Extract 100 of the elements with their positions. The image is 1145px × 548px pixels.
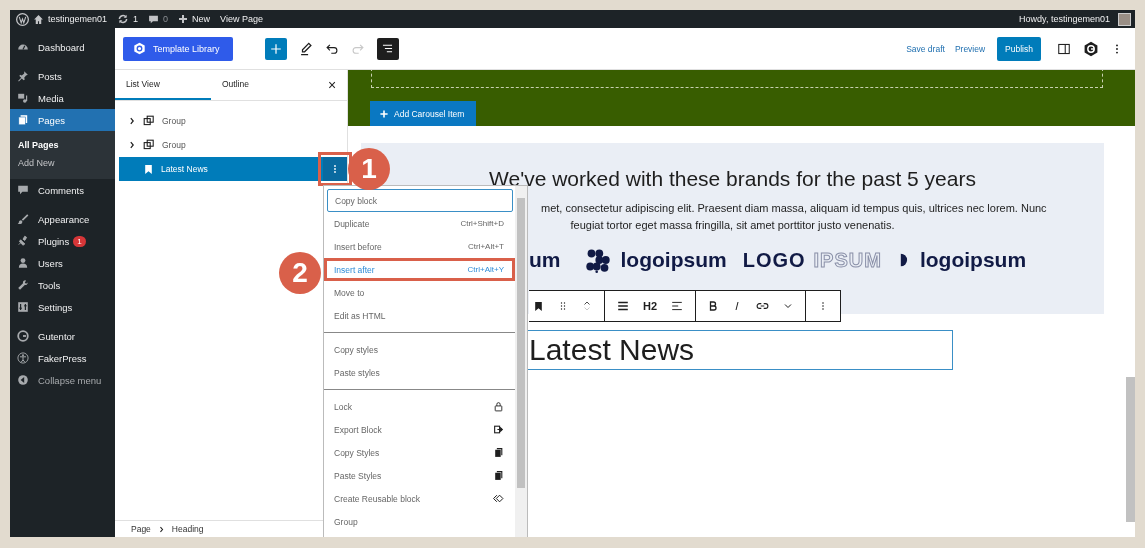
user-icon [17, 257, 29, 269]
plus-icon[interactable] [178, 14, 189, 24]
group-icon [143, 115, 155, 127]
close-button[interactable]: × [317, 70, 347, 100]
scrollbar[interactable] [1126, 377, 1135, 522]
list-view-item[interactable]: Group [119, 133, 347, 157]
menu-item[interactable]: Export Block [324, 418, 515, 441]
home-icon[interactable] [33, 13, 44, 25]
list-view-item[interactable]: Group [119, 109, 347, 133]
avatar[interactable] [1118, 12, 1131, 26]
heading-text: Latest News [529, 333, 695, 367]
plus-icon [269, 42, 282, 55]
undo-icon[interactable] [324, 41, 339, 56]
view-page-link[interactable]: View Page [220, 14, 263, 24]
menu-item[interactable]: Copy styles [324, 338, 515, 361]
submenu-item[interactable]: Add New [10, 154, 115, 172]
wordpress-logo-icon[interactable] [16, 12, 29, 26]
hexagon-logo-icon [133, 42, 146, 55]
text-align-icon[interactable] [671, 300, 684, 312]
ring-logo-icon [17, 330, 29, 342]
add-carousel-item-button[interactable]: Add Carousel Item [370, 101, 477, 126]
chevron-down-icon[interactable] [783, 301, 794, 311]
menu-item[interactable]: Insert after Ctrl+Alt+Y [324, 258, 515, 281]
menu-item[interactable]: Copy block [327, 189, 513, 212]
menu-item[interactable]: Move to [324, 281, 515, 304]
sidebar-item[interactable]: FakerPress [10, 347, 115, 369]
shortcut-text: Ctrl+Alt+Y [467, 265, 504, 274]
export-icon [493, 424, 504, 435]
media-icon [17, 92, 29, 104]
menu-item[interactable]: Duplicate Ctrl+Shift+D [324, 212, 515, 235]
copy-icon [493, 447, 504, 458]
chevron-right-icon [128, 141, 136, 149]
count-badge: 1 [73, 235, 86, 247]
paragraph-text: met, consectetur adipiscing elit. Praesent diam massa, aliquam id tempus quis, ultrices nec lorem. Nunc [541, 202, 1047, 214]
save-draft-button[interactable]: Save draft [906, 43, 945, 54]
drag-handle-icon[interactable] [558, 300, 568, 312]
sidebar-item[interactable]: Users [10, 252, 115, 274]
brush-icon [17, 213, 29, 225]
sidebar-item[interactable]: Media [10, 87, 115, 109]
sidebar-item[interactable]: Tools [10, 274, 115, 296]
menu-item[interactable]: Lock [324, 395, 515, 418]
list-icon [381, 42, 395, 55]
menu-item[interactable]: Paste Styles [324, 464, 515, 487]
menu-item[interactable]: Paste styles [324, 361, 515, 384]
group-icon [143, 139, 155, 151]
heading-level-button[interactable]: H2 [643, 300, 658, 312]
sidebar-item[interactable]: Dashboard [10, 36, 115, 58]
logo-text: logoipsum [919, 248, 1027, 272]
pencil-icon[interactable] [298, 41, 313, 56]
lock-icon [493, 401, 504, 412]
sidebar-item[interactable]: Settings [10, 296, 115, 318]
sidebar-item[interactable]: Collapse menu [10, 369, 115, 391]
sidebar-item[interactable]: Appearance [10, 208, 115, 230]
logo-text: um [529, 248, 561, 272]
preview-button[interactable]: Preview [954, 43, 986, 54]
sliders-icon [17, 301, 29, 313]
pin-icon [17, 70, 29, 82]
copy-icon [493, 470, 504, 481]
bookmark-icon [143, 163, 154, 175]
greeting-link[interactable]: Howdy, testingemen01 [1019, 14, 1110, 24]
new-link[interactable]: New [192, 14, 211, 24]
sidebar-item[interactable]: Posts [10, 65, 115, 87]
menu-item[interactable]: Insert before Ctrl+Alt+T [324, 235, 515, 258]
template-library-button[interactable]: Template Library [123, 36, 233, 61]
panel-tab[interactable]: List View [115, 70, 211, 100]
sidebar-item[interactable]: Plugins 1 [10, 230, 115, 252]
scrollbar[interactable] [515, 186, 527, 537]
menu-item[interactable]: Copy Styles [324, 441, 515, 464]
menu-item[interactable]: Edit as HTML [324, 304, 515, 327]
menu-item[interactable]: Group [324, 510, 515, 533]
sidebar-toggle-icon[interactable] [1057, 41, 1071, 56]
site-name-link[interactable]: testingemen01 [48, 14, 108, 24]
paragraph-text: feugiat tortor eget massa fringilla, sit amet porttitor justo venenatis. [570, 219, 895, 231]
sidebar-item[interactable]: Gutentor [10, 325, 115, 347]
publish-button[interactable]: Publish [997, 36, 1041, 61]
submenu-item[interactable]: All Pages [10, 136, 115, 154]
hexagon-logo-icon[interactable] [1083, 40, 1099, 57]
link-icon[interactable] [756, 300, 770, 312]
logo-text: IPSUM [813, 248, 882, 272]
chevron-right-icon [128, 117, 136, 125]
sidebar-item[interactable]: Comments [10, 179, 115, 201]
comment-icon[interactable] [148, 13, 160, 25]
panel-tab[interactable]: Outline [211, 70, 307, 100]
add-block-button[interactable] [264, 37, 287, 60]
list-view-button[interactable] [376, 37, 399, 60]
section-heading: We've worked with these brands for the past 5 years [489, 167, 976, 191]
diamond-icon [493, 493, 504, 504]
comment-count[interactable]: 0 [163, 14, 169, 24]
align-icon[interactable] [617, 300, 629, 312]
sidebar-item[interactable]: Pages [10, 109, 115, 131]
breadcrumb-link[interactable]: Page [131, 524, 151, 534]
breadcrumb-link[interactable]: Heading [171, 524, 204, 534]
step-number-badge: 2 [279, 252, 321, 294]
pages-icon [17, 114, 29, 126]
update-count[interactable]: 1 [133, 14, 139, 24]
menu-item[interactable]: Create Reusable block [324, 487, 515, 510]
refresh-icon[interactable] [117, 13, 130, 25]
bookmark-icon[interactable] [533, 300, 544, 312]
bold-button[interactable] [708, 300, 719, 312]
wrench-icon [17, 279, 29, 291]
